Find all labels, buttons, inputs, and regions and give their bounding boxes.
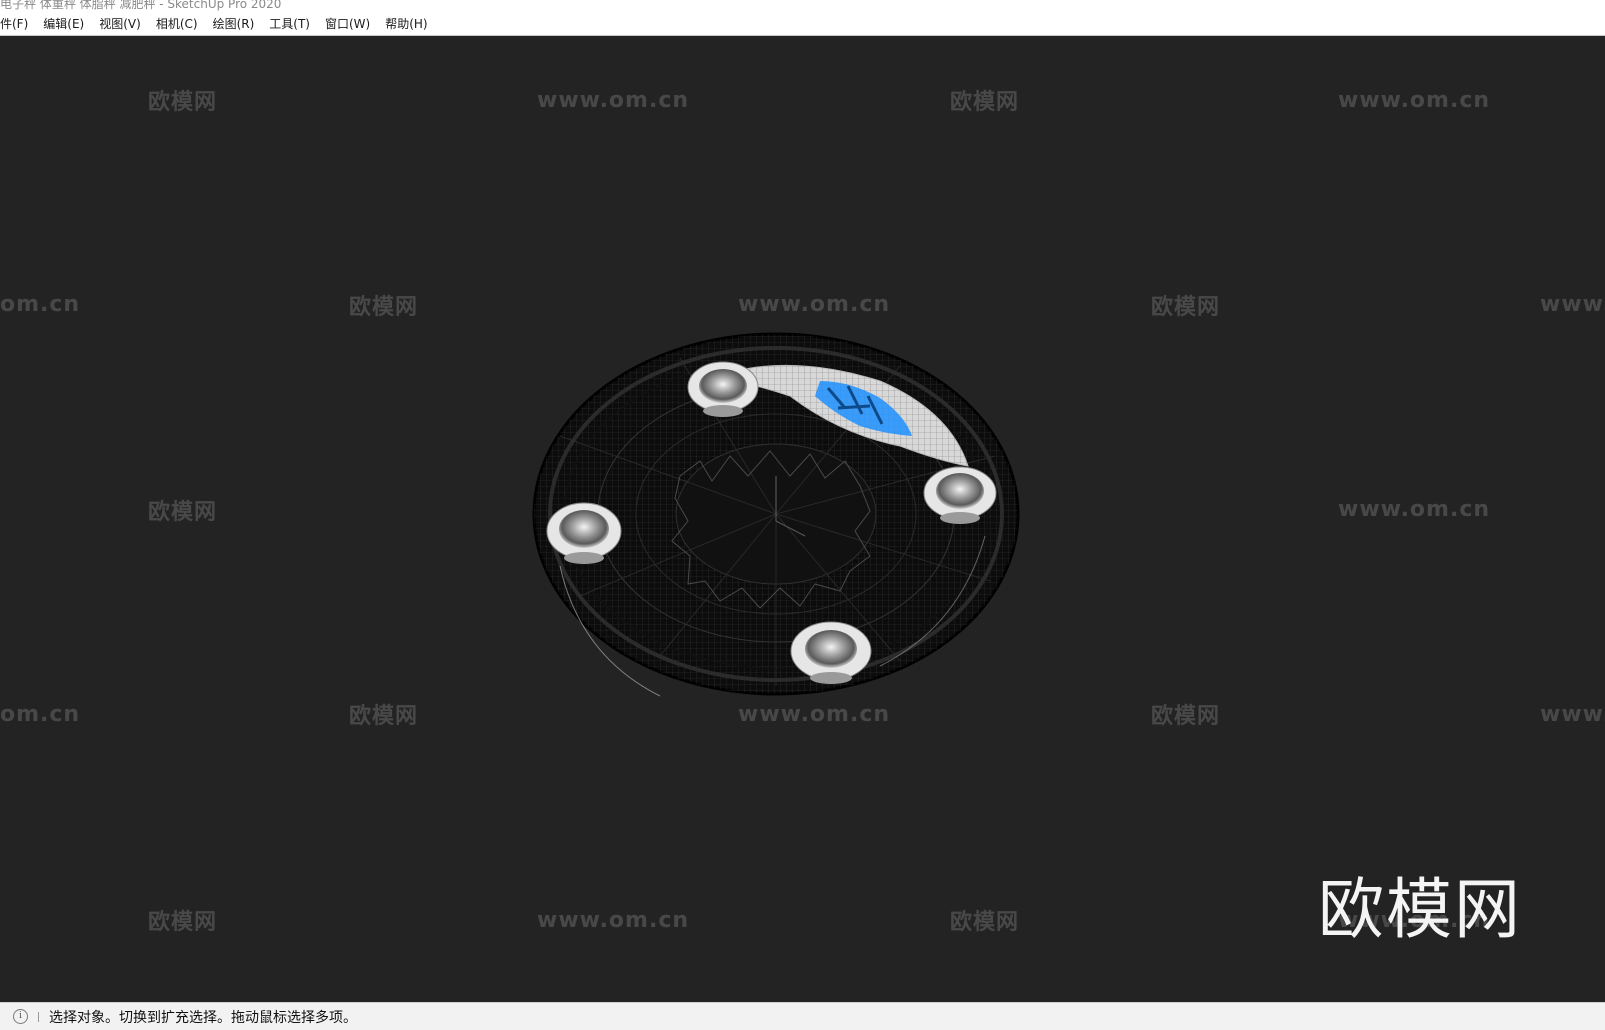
status-message: 选择对象。切换到扩充选择。拖动鼠标选择多项。 (49, 1009, 357, 1026)
menu-window[interactable]: 窗口(W) (325, 15, 370, 32)
status-separator (38, 1011, 39, 1022)
menu-draw[interactable]: 绘图(R) (213, 15, 255, 32)
watermark-large-logo: 欧模网 (1318, 871, 1522, 948)
menu-bar: 件(F) 编辑(E) 视图(V) 相机(C) 绘图(R) 工具(T) 窗口(W)… (0, 12, 1605, 36)
window-title: 电子秤 体重秤 体脂秤 减肥秤 - SketchUp Pro 2020 (0, 0, 282, 11)
menu-file[interactable]: 件(F) (0, 15, 28, 32)
menu-edit[interactable]: 编辑(E) (43, 15, 84, 32)
menu-view[interactable]: 视图(V) (99, 15, 141, 32)
model-viewport[interactable]: 欧模网 www.om.cn 欧模网 www.om.cn om.cn 欧模网 ww… (0, 36, 1605, 1002)
menu-camera[interactable]: 相机(C) (156, 15, 198, 32)
info-icon[interactable]: i (13, 1009, 28, 1024)
sketchup-window: 电子秤 体重秤 体脂秤 减肥秤 - SketchUp Pro 2020 件(F)… (0, 0, 1605, 1030)
menu-tools[interactable]: 工具(T) (269, 15, 310, 32)
menu-help[interactable]: 帮助(H) (385, 15, 427, 32)
title-bar: 电子秤 体重秤 体脂秤 减肥秤 - SketchUp Pro 2020 (0, 0, 1605, 12)
status-bar: i 选择对象。切换到扩充选择。拖动鼠标选择多项。 (0, 1002, 1605, 1030)
